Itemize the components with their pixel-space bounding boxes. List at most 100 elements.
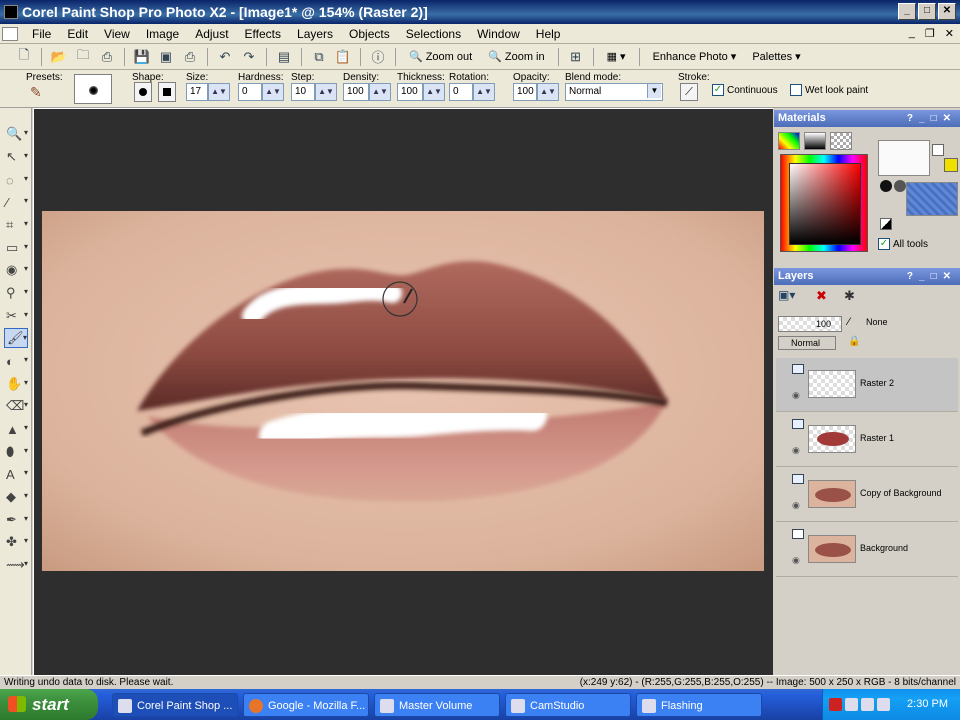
scratch-remover-icon[interactable]: ✂ xyxy=(4,306,28,326)
menu-help[interactable]: Help xyxy=(528,27,569,41)
save-all-icon[interactable]: ▣ xyxy=(156,47,176,67)
smudge-tool-icon[interactable]: ✋ xyxy=(4,374,28,394)
transparent-toggle-icon[interactable] xyxy=(880,218,892,230)
hardness-input[interactable]: 0 xyxy=(238,83,262,101)
redo-icon[interactable]: ↷ xyxy=(239,47,259,67)
color-replacer-icon[interactable]: ⬮ xyxy=(4,442,28,462)
scan-icon[interactable]: ⎙ xyxy=(97,47,117,67)
doc-restore-icon[interactable]: ❐ xyxy=(925,27,935,40)
round-shape-button[interactable] xyxy=(134,82,152,102)
zoom-tool-icon[interactable]: 🔍 xyxy=(4,124,28,144)
layers-title-bar[interactable]: Layers ?_□✕ xyxy=(774,268,960,285)
new-file-icon[interactable]: 🗋 xyxy=(14,47,34,67)
link-icon[interactable]: ⁄ xyxy=(848,316,850,328)
eye-icon[interactable]: ◉ xyxy=(792,445,800,456)
eye-icon[interactable]: ◉ xyxy=(792,500,800,511)
preset-shape-icon[interactable]: ◆ xyxy=(4,487,28,507)
info-icon[interactable]: ⓘ xyxy=(368,47,388,67)
tray-icon[interactable] xyxy=(845,698,858,711)
warp-brush-icon[interactable]: ✤ xyxy=(4,532,28,552)
task-camstudio[interactable]: CamStudio xyxy=(505,693,631,717)
dodge-tool-icon[interactable]: ◐ xyxy=(4,351,28,371)
thickness-spinner[interactable]: ▲▼ xyxy=(423,83,445,101)
document-icon[interactable] xyxy=(2,27,18,41)
menu-adjust[interactable]: Adjust xyxy=(187,27,236,41)
crop-tool-icon[interactable]: ⌗ xyxy=(4,215,28,235)
doc-close-icon[interactable]: ✕ xyxy=(945,27,954,40)
eye-icon[interactable]: ◉ xyxy=(792,555,800,566)
straighten-tool-icon[interactable]: ▭ xyxy=(4,238,28,258)
density-input[interactable]: 100 xyxy=(343,83,369,101)
layer-row-raster-2[interactable]: ◉ Raster 2 xyxy=(776,358,958,412)
paint-brush-tool-icon[interactable]: 🖌 xyxy=(4,328,28,348)
lock-icon[interactable]: 🔒 xyxy=(848,336,860,347)
task-master-volume[interactable]: Master Volume xyxy=(374,693,500,717)
delete-layer-icon[interactable]: ✖ xyxy=(816,288,836,308)
layout-dropdown[interactable]: ▦ ▾ xyxy=(601,47,632,67)
opacity-input[interactable]: 100 xyxy=(513,83,537,101)
text-tool-icon[interactable]: A xyxy=(4,464,28,484)
doc-minimize-icon[interactable]: _ xyxy=(909,27,915,40)
zoom-in-button[interactable]: 🔍 Zoom in xyxy=(482,47,550,67)
eye-icon[interactable]: ◉ xyxy=(792,390,800,401)
layer-properties-icon[interactable]: ✱ xyxy=(844,288,864,308)
pattern-tab-icon[interactable] xyxy=(830,132,852,150)
menu-layers[interactable]: Layers xyxy=(289,27,341,41)
style-color-icon[interactable] xyxy=(880,180,892,192)
menu-file[interactable]: File xyxy=(24,27,59,41)
save-icon[interactable]: 💾 xyxy=(132,47,152,67)
minimize-button[interactable]: _ xyxy=(898,3,916,20)
palettes-button[interactable]: Palettes ▾ xyxy=(746,47,806,67)
step-spinner[interactable]: ▲▼ xyxy=(315,83,337,101)
menu-selections[interactable]: Selections xyxy=(398,27,469,41)
step-input[interactable]: 10 xyxy=(291,83,315,101)
palette-window-icons[interactable]: ?_□✕ xyxy=(907,110,957,127)
density-spinner[interactable]: ▲▼ xyxy=(369,83,391,101)
yellow-swatch[interactable] xyxy=(944,158,958,172)
thickness-input[interactable]: 100 xyxy=(397,83,423,101)
dropper-tool-icon[interactable]: ⁄ xyxy=(4,192,28,212)
copy-icon[interactable]: ⧉ xyxy=(309,47,329,67)
image-canvas[interactable] xyxy=(42,211,764,571)
rainbow-tab-icon[interactable] xyxy=(778,132,800,150)
start-button[interactable]: start xyxy=(0,689,98,720)
hardness-spinner[interactable]: ▲▼ xyxy=(262,83,284,101)
close-button[interactable]: ✕ xyxy=(938,3,956,20)
wet-look-checkbox[interactable]: Wet look paint xyxy=(790,84,868,96)
menu-view[interactable]: View xyxy=(96,27,138,41)
size-input[interactable]: 17 xyxy=(186,83,208,101)
pick-tool-icon[interactable]: ↖ xyxy=(4,147,28,167)
blend-mode-select[interactable]: Normal ▼ xyxy=(565,83,663,101)
rotation-input[interactable]: 0 xyxy=(449,83,473,101)
layer-row-copy-of-background[interactable]: ◉ Copy of Background xyxy=(776,468,958,522)
layer-properties-icon[interactable]: ▤ xyxy=(274,47,294,67)
menu-objects[interactable]: Objects xyxy=(341,27,398,41)
brush-preview[interactable] xyxy=(74,74,112,104)
tray-icon[interactable] xyxy=(877,698,890,711)
new-layer-icon[interactable]: ▣▾ xyxy=(778,288,804,308)
background-eraser-icon[interactable]: ⌫ xyxy=(4,396,28,416)
print-icon[interactable]: ⎙ xyxy=(180,47,200,67)
menu-image[interactable]: Image xyxy=(138,27,187,41)
flood-fill-icon[interactable]: ▲ xyxy=(4,419,28,439)
size-spinner[interactable]: ▲▼ xyxy=(208,83,230,101)
open-folder-icon[interactable]: 📂 xyxy=(49,47,69,67)
menu-window[interactable]: Window xyxy=(469,27,528,41)
app-icon[interactable] xyxy=(4,5,18,19)
pen-tool-icon[interactable]: ✒ xyxy=(4,510,28,530)
clone-brush-icon[interactable]: ⚲ xyxy=(4,283,28,303)
tray-icon[interactable] xyxy=(861,698,874,711)
task-flashing[interactable]: Flashing xyxy=(636,693,762,717)
tray-icon[interactable] xyxy=(829,698,842,711)
enhance-photo-button[interactable]: Enhance Photo ▾ xyxy=(647,47,743,67)
opacity-spinner[interactable]: ▲▼ xyxy=(537,83,559,101)
layer-blend-mode[interactable]: Normal xyxy=(778,336,836,350)
materials-title-bar[interactable]: Materials ?_□✕ xyxy=(774,110,960,127)
undo-icon[interactable]: ↶ xyxy=(215,47,235,67)
paintbrush-preset-icon[interactable]: ✎ xyxy=(30,84,42,101)
paste-icon[interactable]: 📋 xyxy=(333,47,353,67)
task-corel[interactable]: Corel Paint Shop ... xyxy=(112,693,238,717)
lasso-tool-icon[interactable]: ◌ xyxy=(4,170,28,190)
layer-opacity-field[interactable]: 100 xyxy=(778,316,842,332)
zoom-out-button[interactable]: 🔍 Zoom out xyxy=(403,47,478,67)
